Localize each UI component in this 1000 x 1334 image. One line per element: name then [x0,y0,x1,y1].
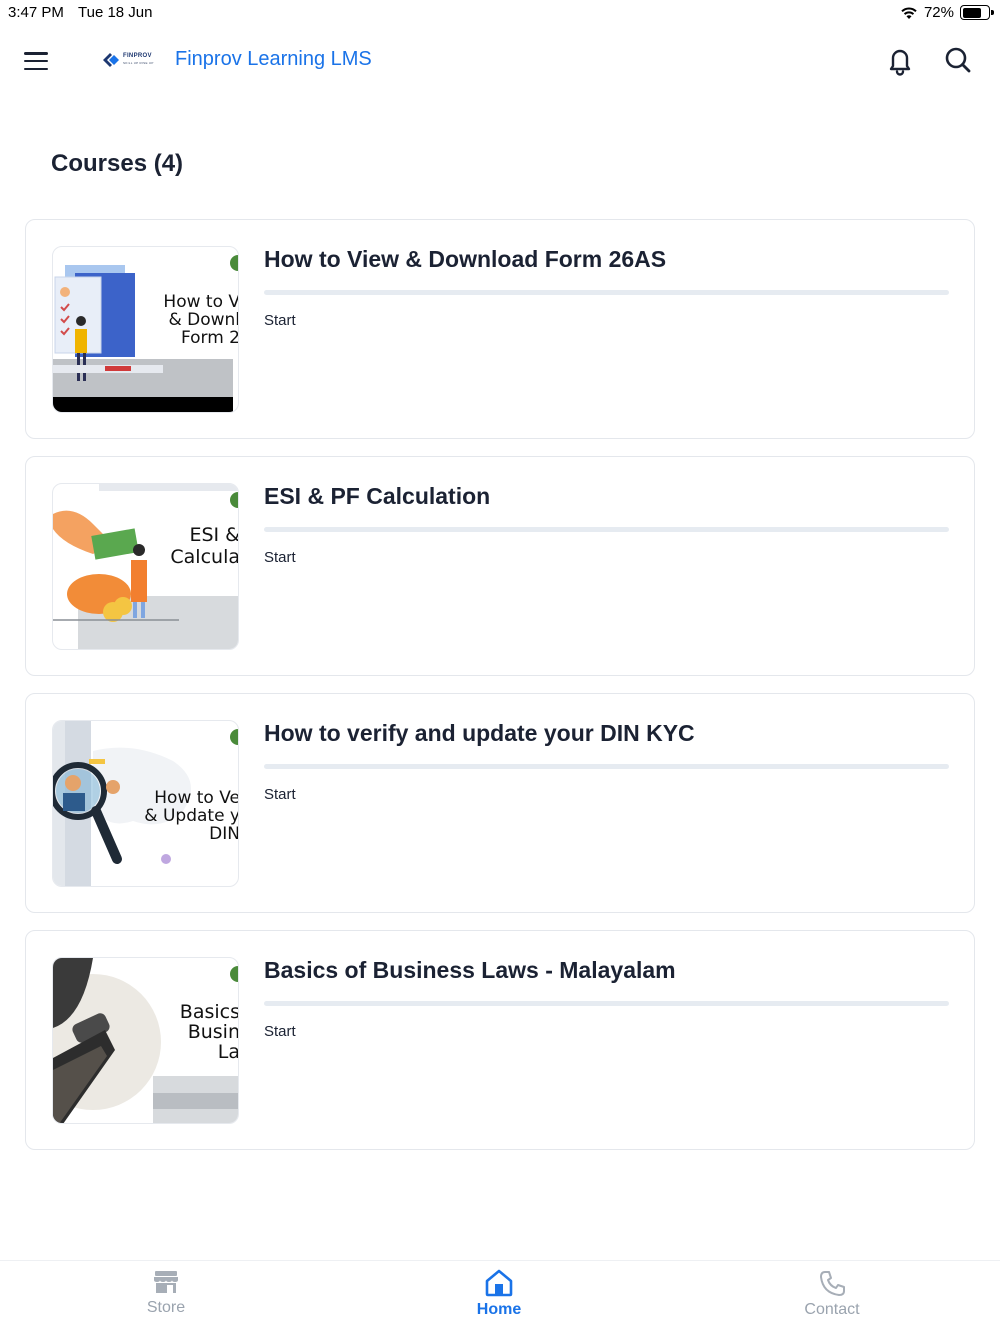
bottom-navigation: Store Home Contact [0,1260,1000,1334]
course-title: How to View & Download Form 26AS [264,246,667,272]
search-button[interactable] [942,44,974,76]
wifi-icon [901,6,917,19]
course-status: Start [264,786,296,803]
logo-text: FINPROV [123,52,152,59]
course-progress-bar [264,290,949,295]
status-date: Tue 18 Jun [78,4,153,21]
course-status: Start [264,312,296,329]
phone-icon [820,1271,845,1296]
nav-home-label: Home [476,1301,522,1318]
course-title: Basics of Business Laws - Malayalam [264,957,676,983]
course-thumbnail: How to V & Downl Form 2 [52,246,239,413]
thumbnail-text: How to V & Downl Form 2 [163,292,239,348]
nav-store-label: Store [146,1299,186,1316]
bell-icon [889,49,911,76]
brand: FINPROV SKILL UP RISE UP Finprov Learnin… [102,48,372,71]
course-card[interactable]: How to Ve & Update y DIN How to verify a… [25,693,975,913]
thumbnail-text: Basics Busin La [179,1001,239,1063]
app-header: FINPROV SKILL UP RISE UP Finprov Learnin… [0,36,1000,90]
notifications-button[interactable] [884,44,916,76]
finprov-logo: FINPROV SKILL UP RISE UP [102,51,168,69]
battery-icon [960,5,994,20]
status-time: 3:47 PM [8,4,64,21]
course-progress-bar [264,1001,949,1006]
course-thumbnail: ESI & Calcula [52,483,239,650]
home-icon [485,1269,513,1297]
logo-mark-icon [103,52,119,67]
nav-contact[interactable]: Contact [772,1269,892,1319]
course-card[interactable]: How to V & Downl Form 2 How to View & Do… [25,219,975,439]
thumbnail-text: ESI & Calcula [170,524,239,568]
store-icon [154,1271,178,1293]
course-status: Start [264,1023,296,1040]
course-title: ESI & PF Calculation [264,483,491,509]
badge-icon [230,255,238,271]
search-icon [945,47,971,73]
course-progress-bar [264,764,949,769]
badge-icon [230,729,238,745]
menu-icon[interactable] [22,48,50,74]
nav-store[interactable]: Store [106,1269,226,1317]
course-card[interactable]: ESI & Calcula ESI & PF Calculation Start [25,456,975,676]
app-title: Finprov Learning LMS [175,48,372,70]
course-card[interactable]: Basics Busin La Basics of Business Laws … [25,930,975,1150]
course-title: How to verify and update your DIN KYC [264,720,695,746]
course-thumbnail: How to Ve & Update y DIN [52,720,239,887]
nav-home[interactable]: Home [439,1269,559,1319]
logo-tagline: SKILL UP RISE UP [123,60,154,65]
nav-contact-label: Contact [804,1301,860,1318]
courses-heading: Courses (4) [51,150,184,177]
course-progress-bar [264,527,949,532]
course-status: Start [264,549,296,566]
status-right: 72% [900,4,994,21]
status-bar: 3:47 PM Tue 18 Jun 72% [0,0,1000,26]
badge-icon [230,492,238,508]
badge-icon [230,966,238,982]
thumbnail-text: How to Ve & Update y DIN [144,788,239,844]
battery-fill [962,7,981,18]
course-thumbnail: Basics Busin La [52,957,239,1124]
battery-percent: 72% [923,4,954,21]
